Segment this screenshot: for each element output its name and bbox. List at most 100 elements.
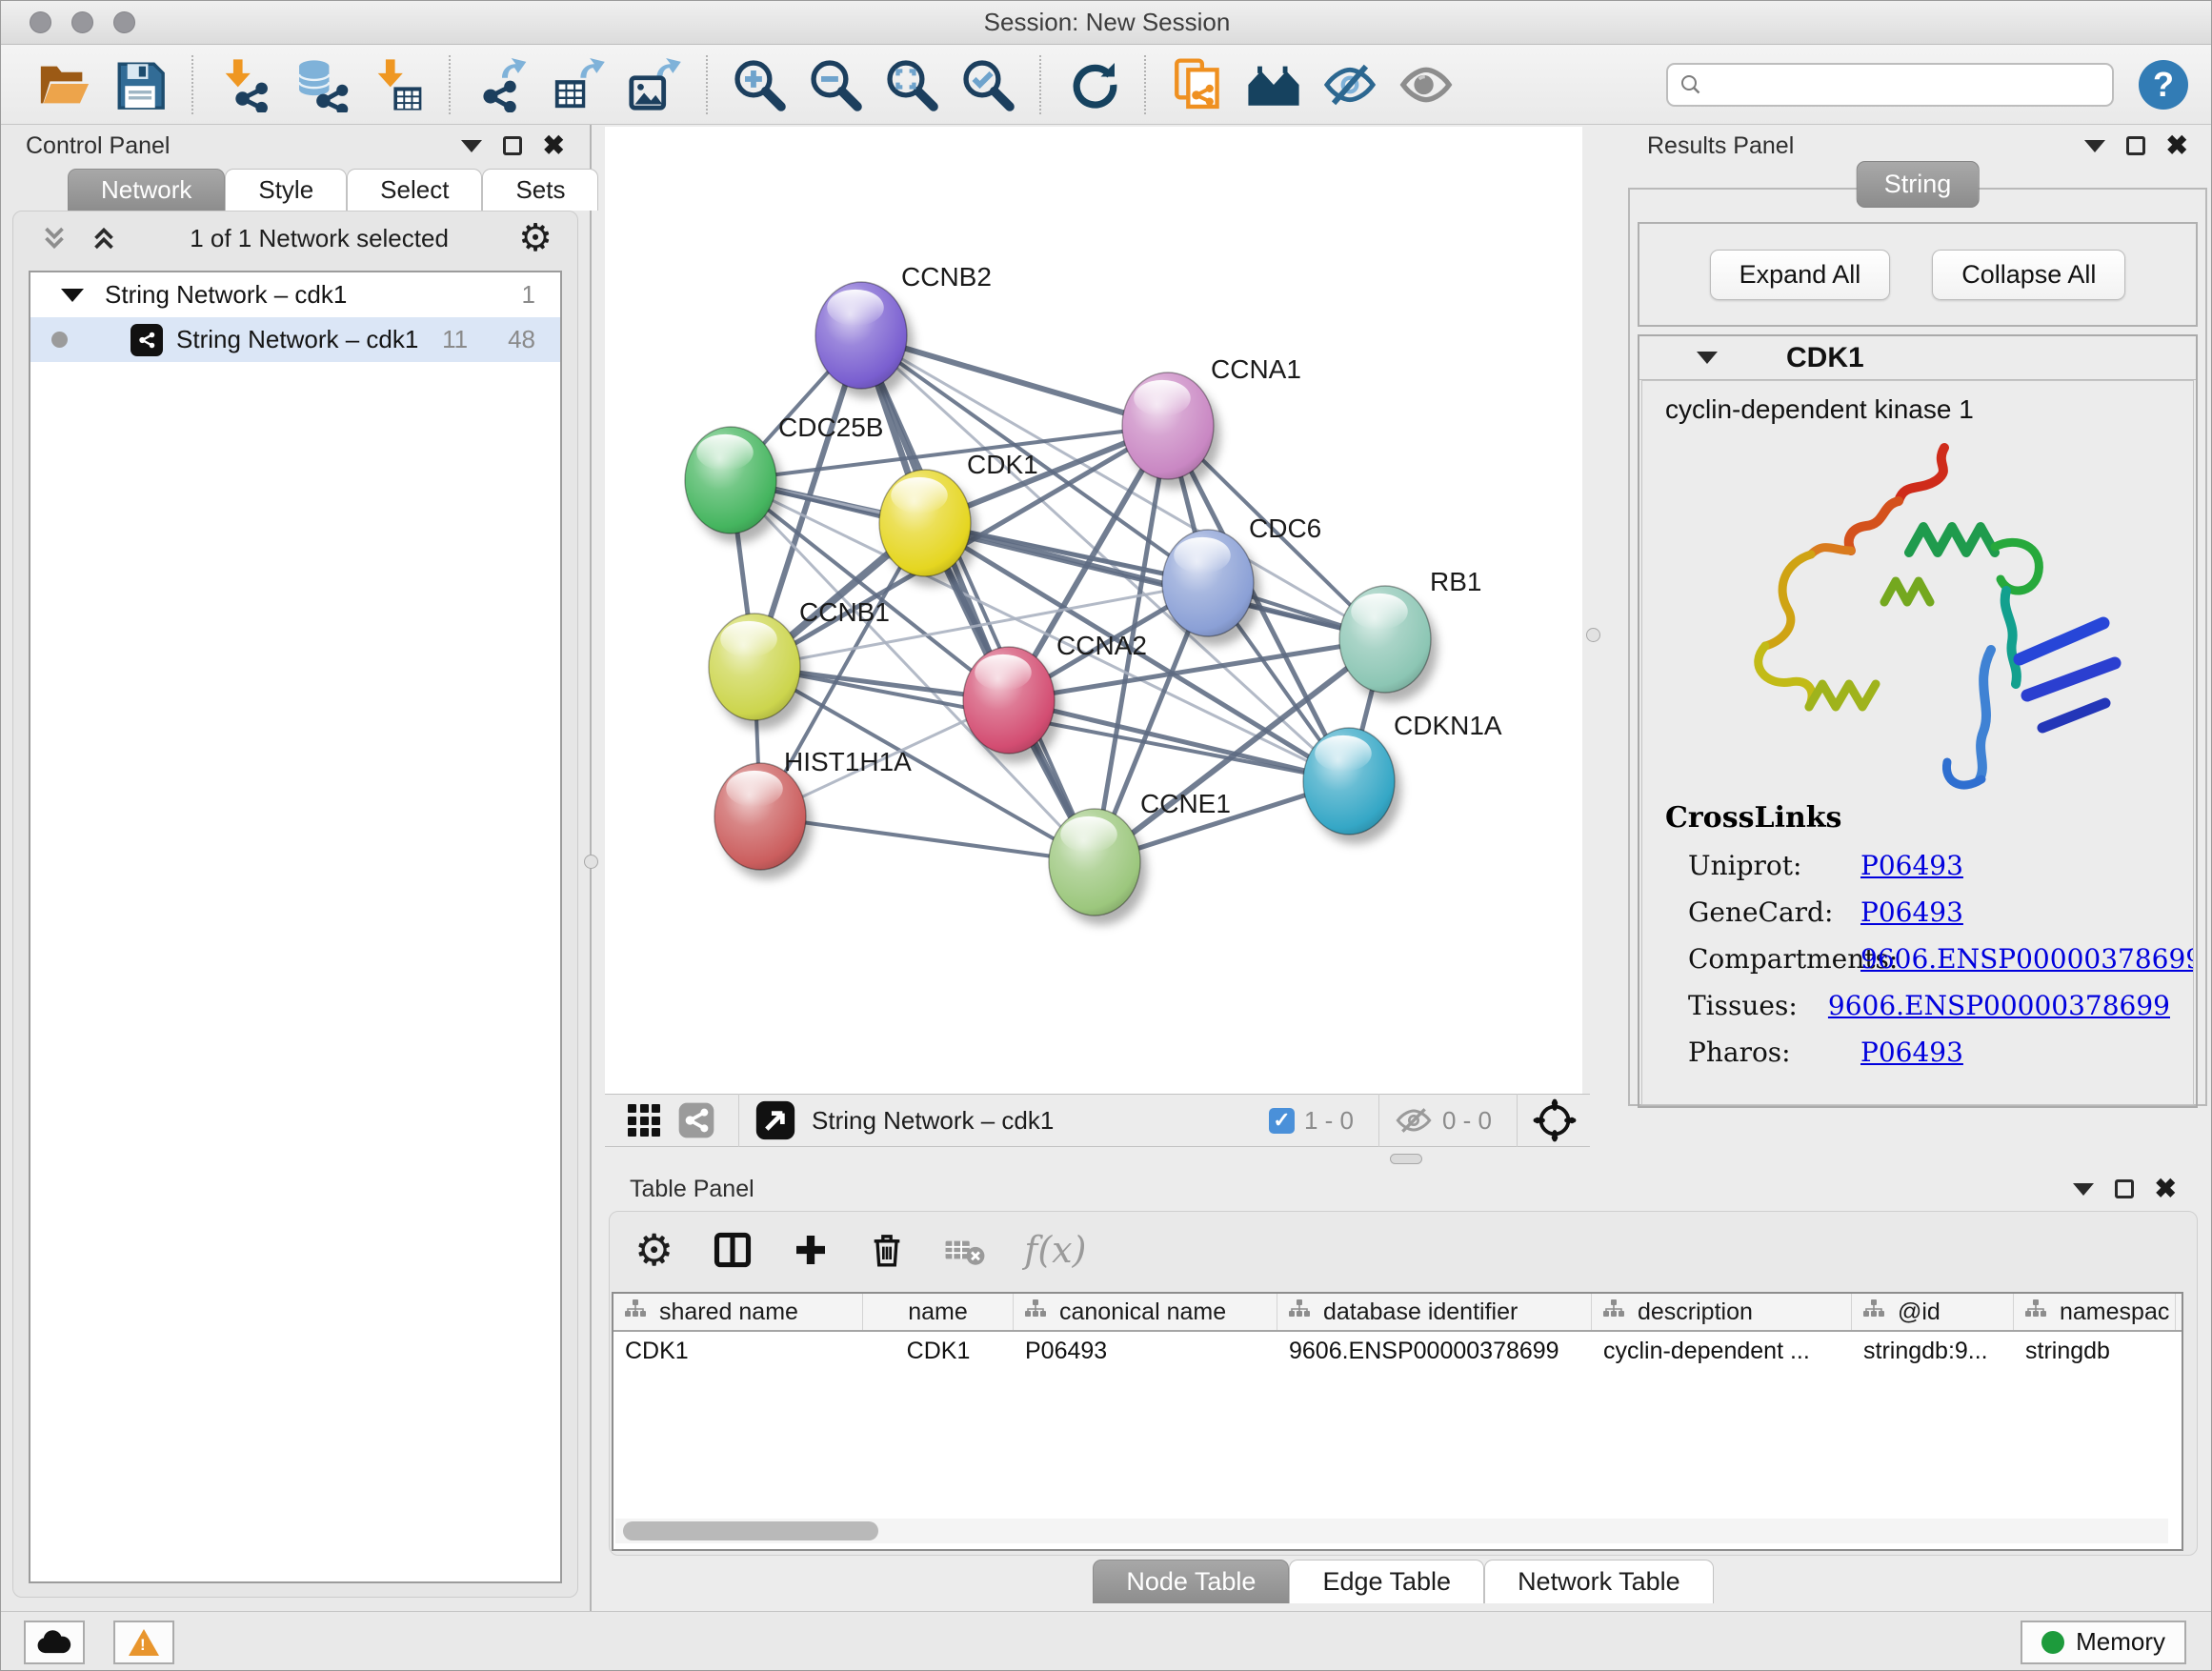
search-field[interactable] [1666, 63, 2114, 107]
function-builder-icon[interactable]: f(x) [1024, 1229, 1086, 1271]
maximize-panel-icon[interactable] [503, 136, 522, 155]
collapse-all-button[interactable]: Collapse All [1932, 250, 2125, 300]
scrollbar-thumb[interactable] [623, 1521, 878, 1540]
float-table-panel-icon[interactable] [2073, 1183, 2094, 1196]
cell-namespac[interactable]: stringdb [2014, 1332, 2176, 1371]
cell-canonical-name[interactable]: P06493 [1014, 1332, 1277, 1371]
network-options-gear-icon[interactable]: ⚙ [518, 219, 553, 257]
tab-sets[interactable]: Sets [482, 169, 598, 211]
export-image-icon[interactable] [625, 55, 684, 114]
float-panel-icon[interactable] [461, 140, 482, 152]
import-table-file-icon[interactable] [368, 55, 427, 114]
fit-selected-target-icon[interactable] [1533, 1098, 1577, 1142]
hide-selected-eye-icon[interactable] [1320, 55, 1379, 114]
cell-database-identifier[interactable]: 9606.ENSP00000378699 [1277, 1332, 1592, 1371]
table-horizontal-scrollbar[interactable] [615, 1519, 2168, 1543]
export-network-icon[interactable] [473, 55, 532, 114]
node-ccnb2[interactable]: CCNB2 [815, 262, 992, 398]
node-card-collapse-icon[interactable] [1697, 352, 1718, 364]
node-ccnb1[interactable]: CCNB1 [709, 597, 890, 730]
bottom-splitter-handle[interactable] [1390, 1154, 1422, 1164]
tab-network[interactable]: Network [68, 169, 225, 211]
home-icon[interactable] [1244, 55, 1303, 114]
open-file-icon[interactable] [34, 55, 93, 114]
float-results-panel-icon[interactable] [2084, 140, 2105, 152]
help-button[interactable]: ? [2139, 60, 2188, 110]
tab-network-table[interactable]: Network Table [1484, 1560, 1714, 1603]
tab-select[interactable]: Select [347, 169, 482, 211]
collection-expand-icon[interactable] [61, 289, 84, 302]
node-rb1[interactable]: RB1 [1339, 567, 1481, 702]
node-table[interactable]: shared namenamecanonical namedatabase id… [612, 1292, 2183, 1551]
crosslink-link[interactable]: P06493 [1860, 896, 1963, 928]
left-splitter-handle[interactable] [584, 855, 598, 869]
show-all-eye-icon[interactable] [1397, 55, 1456, 114]
crosslink-row: Pharos:P06493 [1665, 1037, 2170, 1068]
crosslink-link[interactable]: P06493 [1860, 850, 1963, 881]
table-options-gear-icon[interactable]: ⚙ [634, 1231, 674, 1269]
node-cdc6[interactable]: CDC6 [1162, 513, 1321, 646]
column-header-database-identifier[interactable]: database identifier [1277, 1294, 1592, 1330]
show-columns-icon[interactable] [712, 1229, 754, 1271]
export-table-icon[interactable] [549, 55, 608, 114]
maximize-table-panel-icon[interactable] [2115, 1179, 2134, 1198]
window-title: Session: New Session [1, 8, 2212, 37]
save-session-icon[interactable] [111, 55, 170, 114]
memory-button[interactable]: Memory [2021, 1621, 2186, 1664]
column-header-name[interactable]: name [863, 1294, 1014, 1330]
network-canvas[interactable]: CCNB2CCNA1CDC25BCDK1CDC6RB1CCNB1CCNA2CDK… [605, 127, 1582, 1094]
crosslink-link[interactable]: P06493 [1860, 1037, 1963, 1068]
warning-button[interactable]: ! [113, 1621, 174, 1664]
column-header-shared-name[interactable]: shared name [613, 1294, 863, 1330]
zoom-fit-icon[interactable] [882, 55, 941, 114]
node-ccna2[interactable]: CCNA2 [963, 631, 1147, 763]
cell-name[interactable]: CDK1 [863, 1332, 1014, 1371]
right-splitter-handle[interactable] [1586, 628, 1600, 642]
cloud-status-button[interactable] [24, 1621, 85, 1664]
delete-column-trash-icon[interactable] [868, 1231, 906, 1269]
close-results-panel-icon[interactable]: ✖ [2166, 136, 2188, 155]
column-header-namespac[interactable]: namespac [2014, 1294, 2176, 1330]
delete-table-icon[interactable] [944, 1229, 986, 1271]
tab-style[interactable]: Style [225, 169, 347, 211]
add-column-icon[interactable] [792, 1231, 830, 1269]
network-share-icon[interactable] [677, 1101, 715, 1139]
tab-edge-table[interactable]: Edge Table [1289, 1560, 1484, 1603]
string-import-icon[interactable] [1168, 55, 1227, 114]
search-icon [1679, 73, 1702, 96]
protein-structure-image [1713, 431, 2122, 797]
grid-view-icon[interactable] [628, 1104, 660, 1137]
expand-all-chevron-icon[interactable] [88, 222, 120, 254]
close-panel-icon[interactable]: ✖ [543, 136, 565, 155]
crosslink-link[interactable]: 9606.ENSP00000378699 [1860, 943, 2194, 975]
close-table-panel-icon[interactable]: ✖ [2155, 1179, 2177, 1198]
table-row[interactable]: CDK1CDK1P064939606.ENSP00000378699cyclin… [613, 1332, 2182, 1371]
node-cdkn1a[interactable]: CDKN1A [1303, 711, 1502, 844]
column-header-description[interactable]: description [1592, 1294, 1852, 1330]
collapse-all-chevron-icon[interactable] [38, 222, 70, 254]
cell-description[interactable]: cyclin-dependent ... [1592, 1332, 1852, 1371]
network-collection-row[interactable]: String Network – cdk1 1 [30, 272, 560, 317]
zoom-selected-icon[interactable] [958, 55, 1017, 114]
birds-eye-view-icon[interactable] [754, 1099, 796, 1141]
search-input[interactable] [1712, 71, 2101, 98]
tab-node-table[interactable]: Node Table [1093, 1560, 1289, 1603]
results-tab-string[interactable]: String [1857, 161, 1980, 208]
expand-all-button[interactable]: Expand All [1710, 250, 1891, 300]
cell-shared-name[interactable]: CDK1 [613, 1332, 863, 1371]
network-row[interactable]: String Network – cdk1 11 48 [30, 317, 560, 362]
maximize-results-panel-icon[interactable] [2126, 136, 2145, 155]
column-header-@id[interactable]: @id [1852, 1294, 2014, 1330]
zoom-in-icon[interactable] [730, 55, 789, 114]
selected-checkbox-icon[interactable]: ✓ [1269, 1108, 1295, 1134]
node-hist1h1a[interactable]: HIST1H1A [714, 747, 912, 879]
node-ccne1[interactable]: CCNE1 [1049, 789, 1231, 925]
import-network-file-icon[interactable] [215, 55, 274, 114]
column-header-canonical-name[interactable]: canonical name [1014, 1294, 1277, 1330]
cell-@id[interactable]: stringdb:9... [1852, 1332, 2014, 1371]
zoom-out-icon[interactable] [806, 55, 865, 114]
import-network-database-icon[interactable] [292, 55, 351, 114]
crosslink-link[interactable]: 9606.ENSP00000378699 [1828, 990, 2170, 1021]
edge-ccnb2-ccne1[interactable] [861, 335, 1095, 862]
refresh-icon[interactable] [1063, 55, 1122, 114]
